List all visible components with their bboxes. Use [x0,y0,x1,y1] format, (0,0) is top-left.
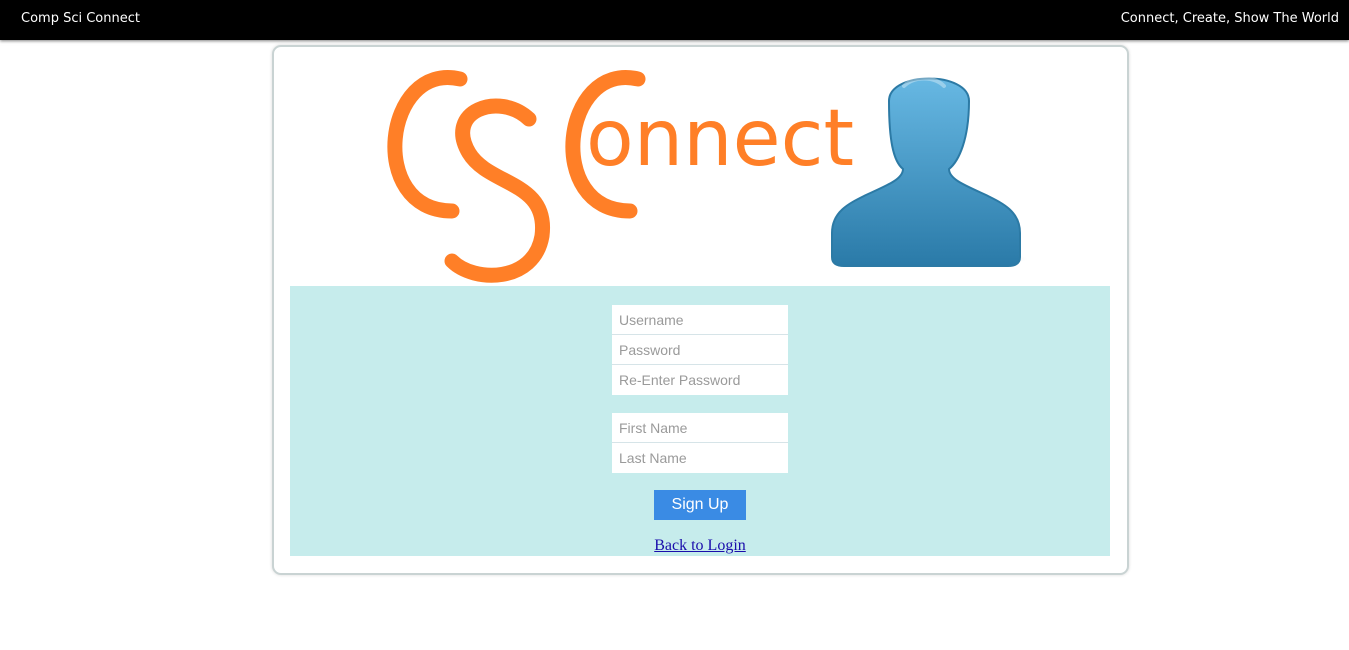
logo-wordmark: onnect [586,94,854,184]
sign-up-button[interactable]: Sign Up [654,490,746,520]
signup-form-panel: Sign Up Back to Login [290,286,1110,556]
csconnect-logo: onnect [387,70,1028,283]
username-field[interactable] [612,305,788,335]
site-tagline: Connect, Create, Show The World [1120,11,1339,26]
name-fields [612,413,788,473]
top-bar: Comp Sci Connect Connect, Create, Show T… [0,0,1349,40]
first-name-field[interactable] [612,413,788,443]
back-to-login-link[interactable]: Back to Login [290,537,1110,555]
signup-card: onnect Sign Up Back to Login [272,45,1129,575]
user-silhouette-icon [828,76,1028,267]
site-brand[interactable]: Comp Sci Connect [21,11,140,26]
confirm-password-field[interactable] [612,365,788,395]
password-field[interactable] [612,335,788,365]
last-name-field[interactable] [612,443,788,473]
account-fields [612,305,788,395]
